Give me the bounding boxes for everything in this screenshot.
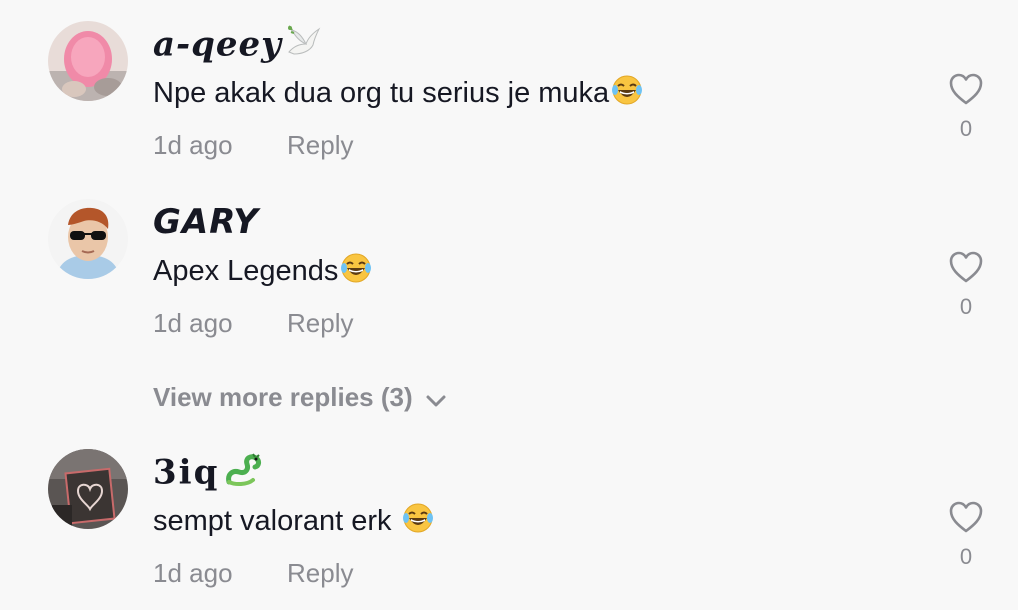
comment-text: Npe akak dua org tu serius je muka xyxy=(153,74,643,115)
heart-icon xyxy=(949,251,983,283)
comment-meta: 1d ago Reply xyxy=(153,558,353,588)
laughing-tears-emoji-icon xyxy=(611,74,643,115)
reply-button[interactable]: Reply xyxy=(287,308,353,338)
like-button[interactable]: 0 xyxy=(946,72,986,142)
like-button[interactable]: 0 xyxy=(946,500,986,570)
comment-time: 1d ago xyxy=(153,558,233,588)
username-text: a-qeey xyxy=(153,24,282,65)
comment-meta: 1d ago Reply xyxy=(153,308,353,338)
reply-button[interactable]: Reply xyxy=(287,558,353,588)
like-count: 0 xyxy=(959,116,973,141)
like-count: 0 xyxy=(959,294,973,319)
comment-text-body: Npe akak dua org tu serius je muka xyxy=(153,77,610,109)
like-count: 0 xyxy=(959,544,973,569)
comment-time: 1d ago xyxy=(153,130,233,160)
comment-meta: 1d ago Reply xyxy=(153,130,353,160)
username[interactable]: a-qeey xyxy=(153,24,322,69)
username[interactable]: GARY xyxy=(153,202,259,242)
comment-text: Apex Legends xyxy=(153,252,372,293)
like-button[interactable]: 0 xyxy=(946,250,986,320)
laughing-tears-emoji-icon xyxy=(402,502,434,543)
comment-text-body: Apex Legends xyxy=(153,255,339,287)
avatar[interactable] xyxy=(48,449,128,529)
dragon-icon xyxy=(223,452,263,497)
heart-icon xyxy=(949,501,983,533)
heart-icon xyxy=(949,73,983,105)
username[interactable]: 3iq xyxy=(153,452,263,497)
reply-button[interactable]: Reply xyxy=(287,130,353,160)
avatar[interactable] xyxy=(48,199,128,279)
avatar[interactable] xyxy=(48,21,128,101)
view-more-replies-button[interactable]: View more replies (3) xyxy=(153,380,447,416)
username-text: 3iq xyxy=(153,452,220,493)
dove-icon xyxy=(286,24,322,69)
username-text: GARY xyxy=(153,202,259,242)
chevron-down-icon xyxy=(425,382,447,416)
view-more-replies-label: View more replies (3) xyxy=(153,382,413,412)
comment-text-body: sempt valorant erk xyxy=(153,505,400,537)
comment-text: sempt valorant erk xyxy=(153,502,434,543)
comment-time: 1d ago xyxy=(153,308,233,338)
laughing-tears-emoji-icon xyxy=(340,252,372,293)
